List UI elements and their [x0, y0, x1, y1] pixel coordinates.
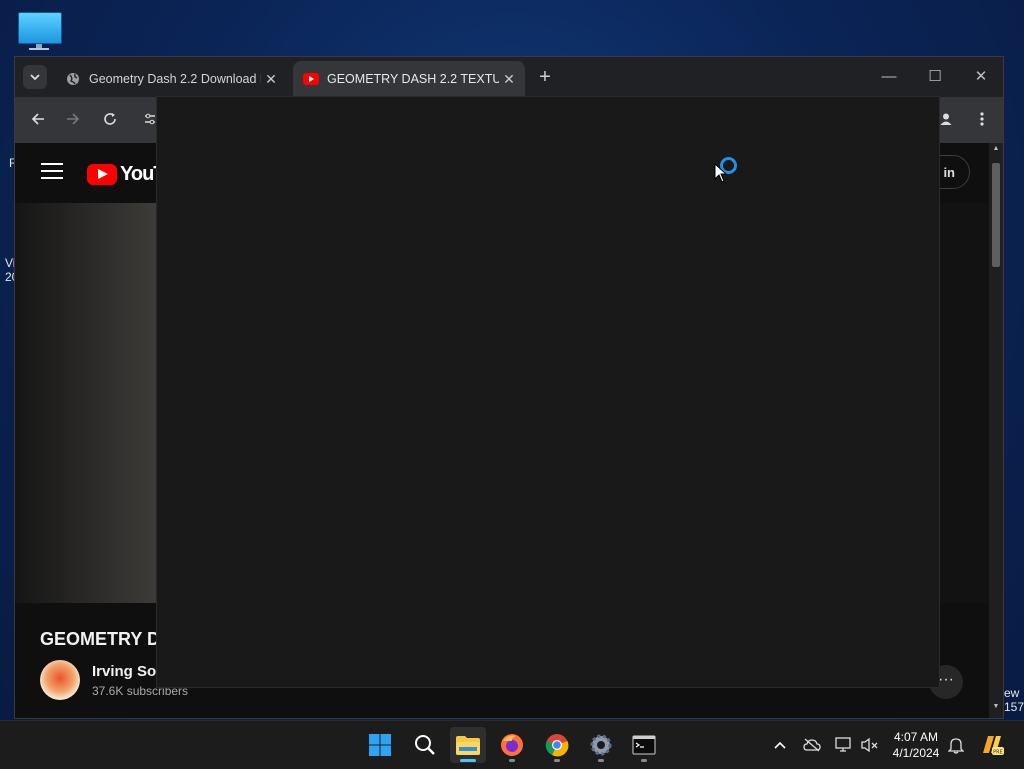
arrow-left-icon: [31, 113, 44, 125]
volume-tray-button[interactable]: [852, 727, 888, 763]
file-explorer-taskbar-button[interactable]: [450, 727, 486, 763]
reload-icon: [104, 113, 116, 125]
tab-geometry-dash-texture[interactable]: GEOMETRY DASH 2.2 TEXTURE ✕: [293, 61, 525, 97]
reload-button[interactable]: [97, 107, 123, 133]
taskbar: 4:07 AM 4/1/2024 PRE: [0, 720, 1024, 769]
tab-title: Geometry Dash 2.2 Download F: [89, 72, 261, 86]
svg-text:PRE: PRE: [993, 750, 1003, 756]
scrollbar-thumb[interactable]: [992, 163, 1000, 267]
chevron-down-icon: [30, 74, 40, 81]
start-button[interactable]: [362, 727, 398, 763]
youtube-play-icon: [87, 164, 117, 185]
windows-logo-icon: [369, 734, 391, 756]
chevron-up-icon: [774, 741, 786, 749]
tune-icon: [145, 113, 155, 125]
gear-icon: [590, 734, 612, 756]
cloud-offline-icon: [803, 738, 821, 752]
network-icon: [835, 737, 851, 752]
close-icon[interactable]: ✕: [261, 71, 281, 88]
channel-name[interactable]: Irving Sol: [92, 663, 160, 680]
firefox-icon: [501, 734, 523, 756]
search-button[interactable]: [407, 727, 443, 763]
back-button[interactable]: [25, 107, 51, 133]
notifications-button[interactable]: [938, 727, 974, 763]
tab-title: GEOMETRY DASH 2.2 TEXTURE: [327, 72, 499, 86]
chrome-icon: [545, 734, 569, 757]
scroll-up-arrow-icon[interactable]: ▲: [992, 145, 1000, 152]
page-scrollbar[interactable]: ▲ ▼: [989, 143, 1003, 718]
onedrive-tray-button[interactable]: [794, 727, 830, 763]
arrow-right-icon: [67, 113, 80, 125]
search-icon: [415, 735, 435, 755]
tab-search-button[interactable]: [23, 65, 47, 89]
speaker-muted-icon: [861, 737, 878, 753]
terminal-icon: [632, 735, 656, 755]
firefox-taskbar-button[interactable]: [494, 727, 530, 763]
copilot-icon: PRE: [983, 736, 1004, 756]
hamburger-menu-icon[interactable]: [41, 163, 63, 184]
show-hidden-icons-button[interactable]: [762, 727, 798, 763]
video-title: GEOMETRY D: [40, 629, 161, 649]
maximize-button[interactable]: ☐: [915, 65, 955, 89]
this-pc-desktop-icon[interactable]: [17, 10, 62, 50]
person-icon: [940, 113, 952, 125]
loading-window[interactable]: [156, 96, 940, 688]
browser-menu-button[interactable]: [969, 107, 995, 133]
clock[interactable]: 4:07 AM 4/1/2024: [888, 729, 944, 761]
settings-taskbar-button[interactable]: [583, 727, 619, 763]
more-vertical-icon: [980, 112, 984, 126]
tab-strip: Geometry Dash 2.2 Download F ✕ GEOMETRY …: [15, 57, 1003, 97]
folder-icon: [456, 736, 480, 755]
scroll-down-arrow-icon[interactable]: ▼: [992, 703, 1000, 710]
close-icon[interactable]: ✕: [499, 71, 519, 88]
copilot-button[interactable]: PRE: [974, 727, 1010, 763]
globe-icon: [65, 71, 81, 87]
desktop-label-fragment: ew: [1004, 686, 1020, 700]
bell-icon: [948, 738, 964, 754]
terminal-taskbar-button[interactable]: [626, 727, 662, 763]
channel-avatar[interactable]: [40, 660, 80, 700]
mouse-pointer-icon: [714, 163, 728, 183]
minimize-button[interactable]: —: [869, 65, 909, 89]
tab-geometry-dash-download[interactable]: Geometry Dash 2.2 Download F ✕: [55, 61, 287, 97]
desktop-label-fragment: 157: [1004, 700, 1024, 714]
youtube-icon: [303, 71, 319, 87]
chrome-taskbar-button[interactable]: [539, 727, 575, 763]
clock-date: 4/1/2024: [892, 746, 940, 760]
close-window-button[interactable]: ✕: [961, 65, 1001, 89]
new-tab-button[interactable]: +: [533, 67, 557, 89]
forward-button[interactable]: [60, 107, 86, 133]
clock-time: 4:07 AM: [893, 730, 939, 744]
